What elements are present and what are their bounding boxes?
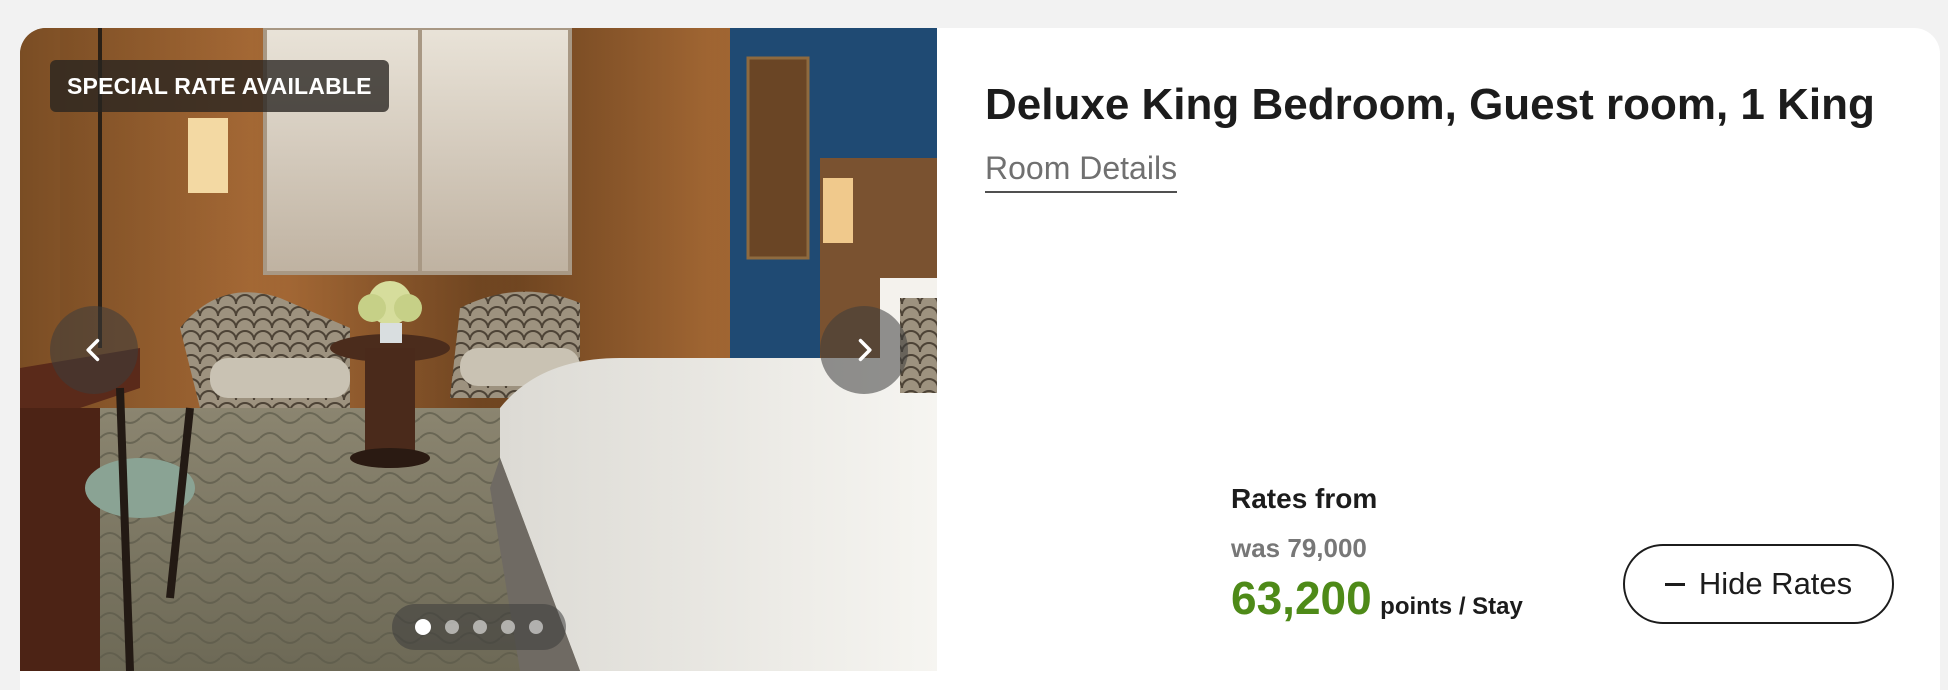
was-price: was 79,000	[1231, 533, 1367, 563]
next-photo-button[interactable]	[820, 306, 908, 394]
hide-rates-label: Hide Rates	[1698, 566, 1853, 601]
gallery-dot-2[interactable]	[445, 620, 459, 634]
gallery-dot-1[interactable]	[415, 619, 431, 635]
special-rate-badge: SPECIAL RATE AVAILABLE	[50, 60, 389, 112]
previous-photo-button[interactable]	[50, 306, 138, 394]
room-title: Deluxe King Bedroom, Guest room, 1 King	[985, 80, 1875, 129]
room-photo	[20, 28, 937, 671]
chevron-left-icon	[86, 338, 100, 362]
room-card: SPECIAL RATE AVAILABLE Deluxe King Bedro…	[20, 28, 1940, 690]
points-price: 63,200	[1231, 572, 1372, 624]
chevron-right-icon	[858, 338, 872, 362]
gallery-dot-3[interactable]	[473, 620, 487, 634]
gallery-dot-4[interactable]	[501, 620, 515, 634]
room-details-link[interactable]: Room Details	[985, 150, 1178, 193]
gallery-pagination	[392, 604, 566, 650]
gallery-dot-5[interactable]	[529, 620, 543, 634]
price-row: 63,200 points / Stay	[1231, 571, 1523, 625]
rates-from-label: Rates from	[1231, 483, 1378, 514]
room-photo-gallery[interactable]: SPECIAL RATE AVAILABLE	[20, 28, 937, 671]
price-unit: points / Stay	[1380, 593, 1523, 620]
hide-rates-button[interactable]: Hide Rates	[1623, 544, 1894, 624]
minus-icon	[1664, 582, 1685, 586]
